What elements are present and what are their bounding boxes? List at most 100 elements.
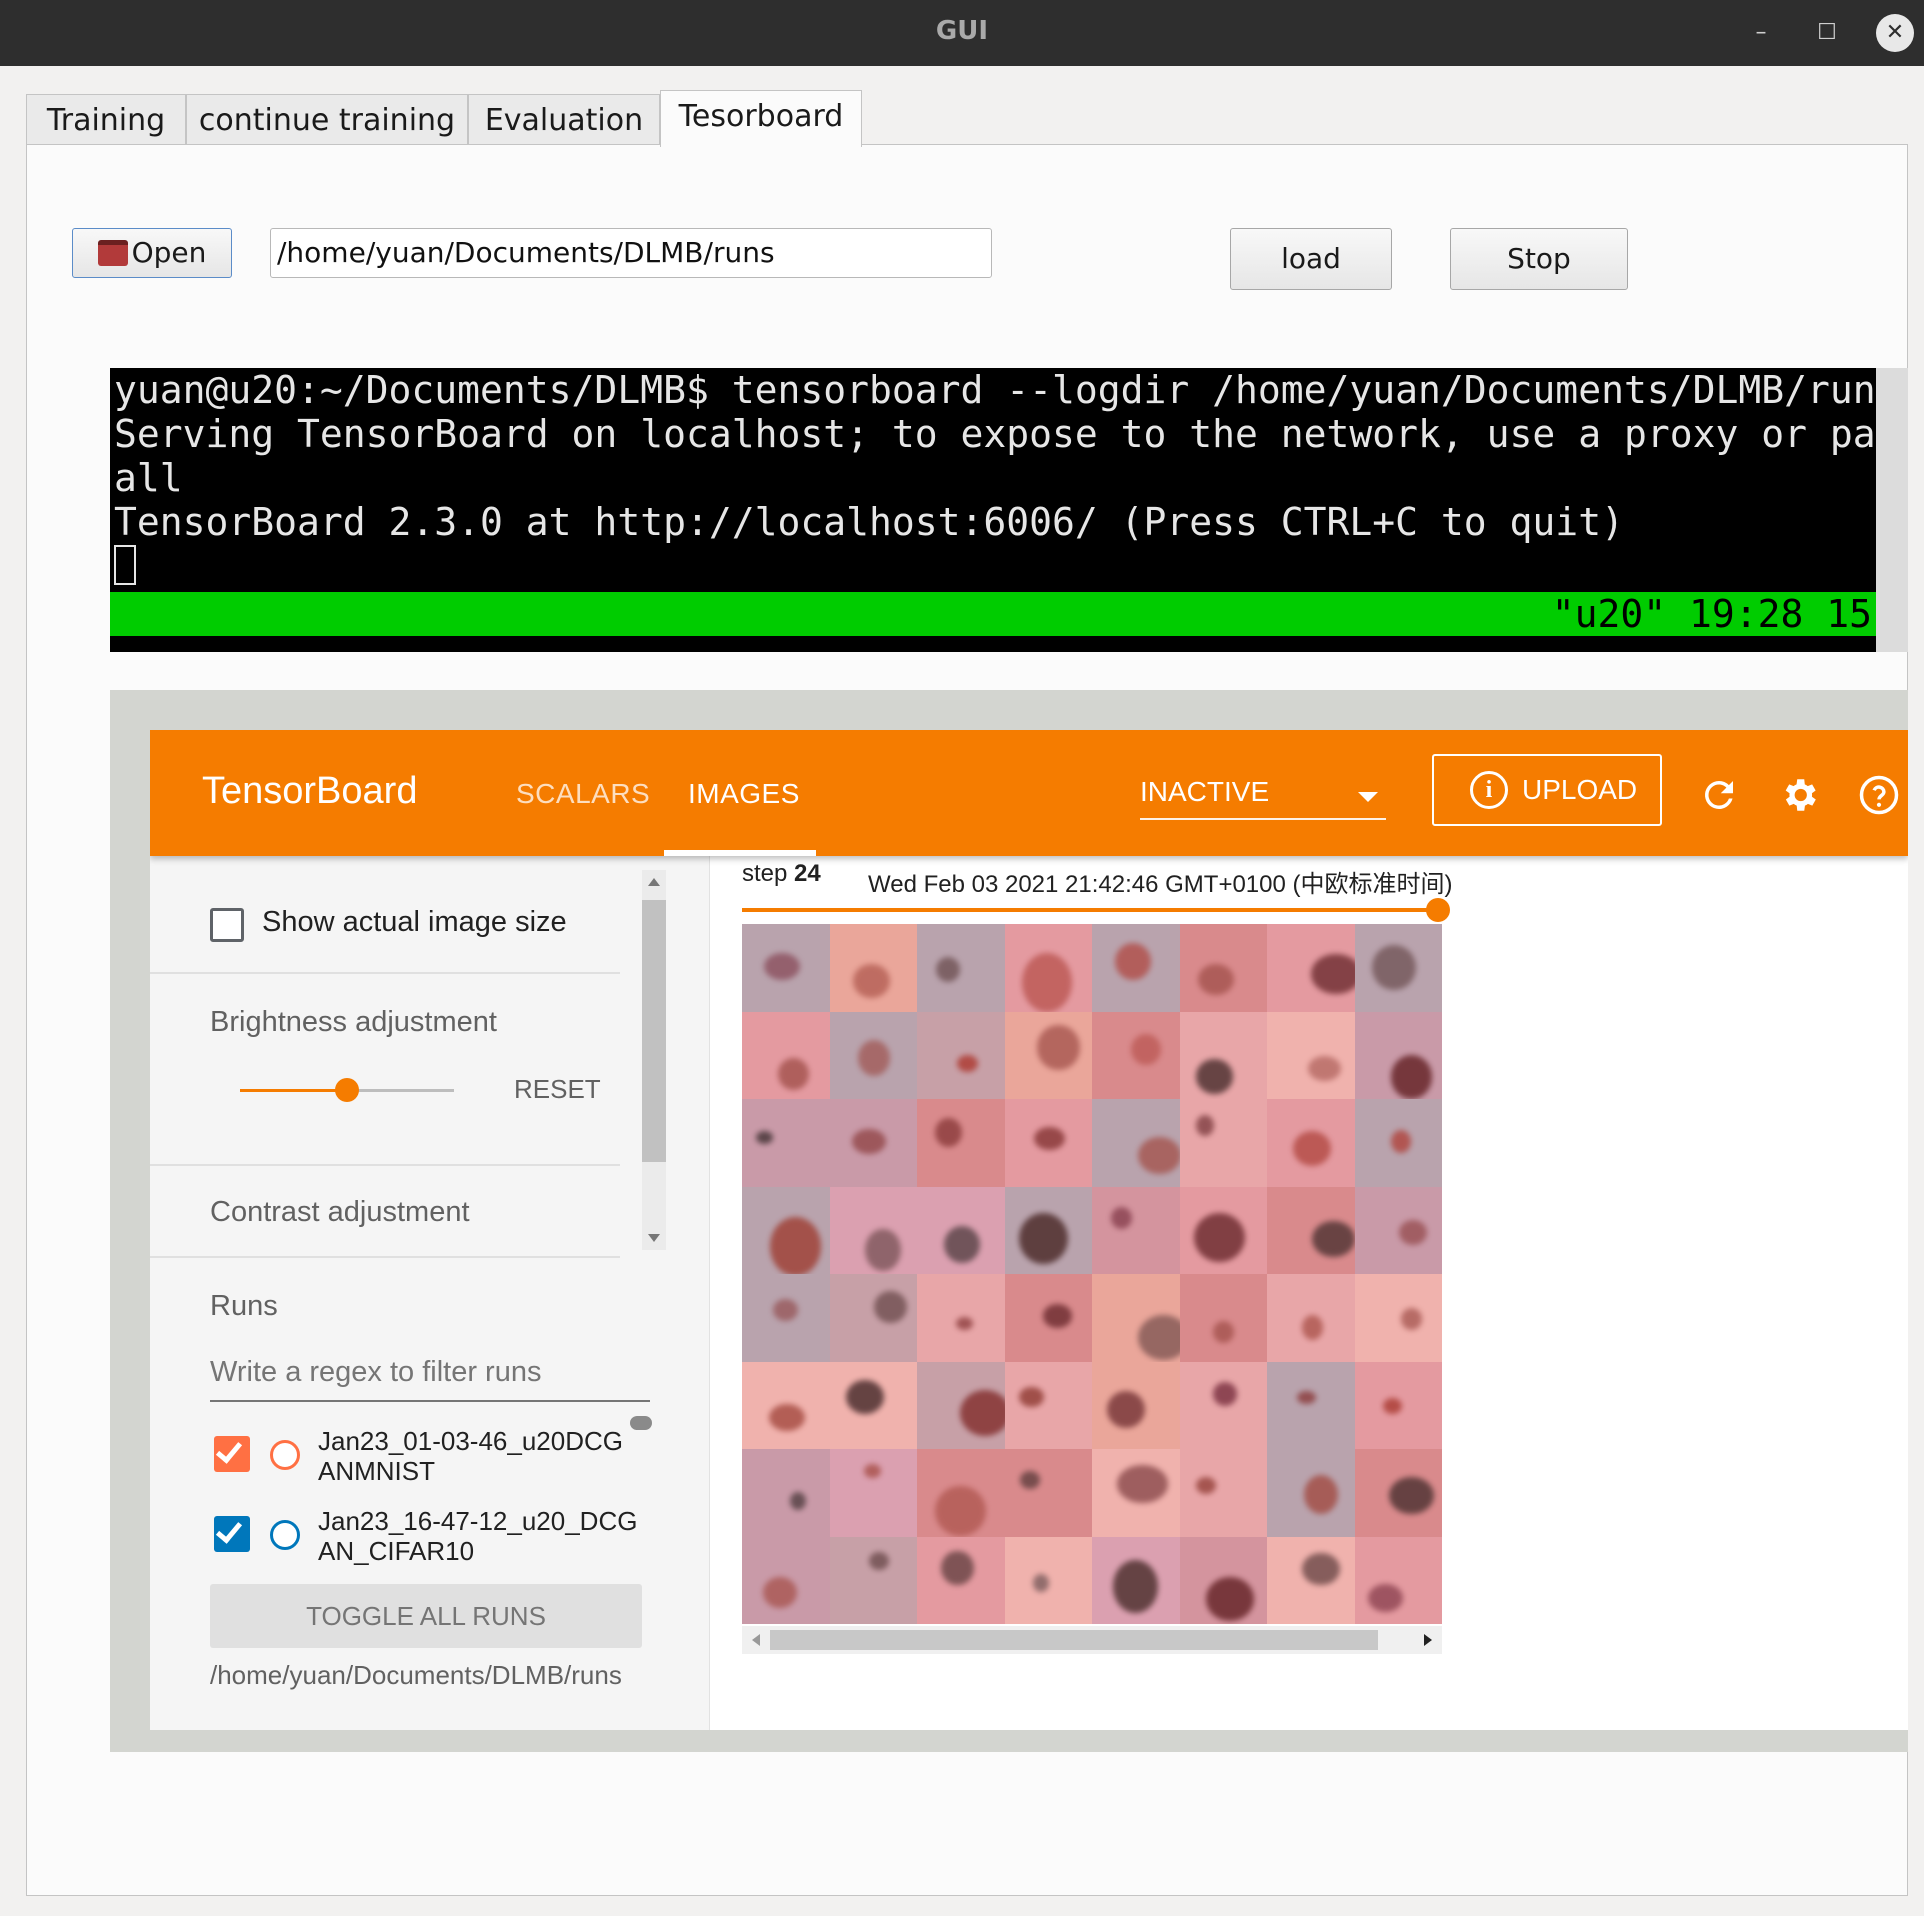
terminal-scrollbar[interactable] [1876,368,1908,652]
generated-image-tile [1267,1536,1355,1624]
lesion-spot [1398,1219,1428,1246]
close-icon[interactable]: ✕ [1876,14,1914,52]
lesion-spot [858,1040,891,1076]
step-value: 24 [794,860,821,887]
scroll-down-icon[interactable] [648,1234,660,1242]
folder-icon [97,240,128,266]
load-button[interactable]: load [1230,228,1392,290]
lesion-spot [777,1058,809,1091]
tensorboard-logo[interactable]: TensorBoard [202,770,417,813]
lesion-spot [1111,1206,1133,1229]
generated-image-tile [917,1449,1005,1537]
brightness-slider[interactable] [240,1078,454,1102]
active-tab-indicator [664,850,816,856]
show-actual-size-checkbox[interactable] [210,908,244,942]
nav-scalars[interactable]: SCALARS [516,778,650,810]
generated-image-tile [1354,1274,1442,1362]
lesion-spot [1114,943,1151,981]
generated-image-tile [917,1099,1005,1187]
lesion-spot [1019,1386,1045,1408]
lesion-spot [768,1403,806,1432]
inactive-dashboard-select[interactable]: INACTIVE [1140,776,1386,820]
tab-tesorboard[interactable]: Tesorboard [660,90,862,147]
terminal-line: yuan@u20:~/Documents/DLMB$ tensorboard -… [114,368,1876,412]
scrollbar-thumb[interactable] [770,1630,1378,1650]
generated-image-tile [1354,1099,1442,1187]
generated-image-tile [742,1449,830,1537]
settings-gear-icon[interactable] [1778,774,1820,816]
generated-image-tile [917,1361,1005,1449]
lesion-spot [772,1298,798,1322]
lesion-spot [789,1491,806,1510]
lesion-spot [1019,1471,1040,1489]
upload-label: UPLOAD [1522,774,1638,805]
lesion-spot [852,1129,887,1154]
lesion-spot [1293,1131,1332,1166]
generated-image-grid [742,924,1442,1624]
generated-image-tile [1179,1099,1267,1187]
run-filter-placeholder: Write a regex to filter runs [210,1356,542,1388]
tab-training[interactable]: Training [26,94,186,146]
scroll-up-icon[interactable] [648,878,660,886]
tab-evaluation[interactable]: Evaluation [468,94,660,146]
generated-image-tile [1354,1011,1442,1099]
generated-image-tile [1004,924,1092,1012]
scrollbar-thumb[interactable] [642,900,666,1162]
lesion-spot [1302,1552,1340,1586]
step-slider[interactable] [742,908,1438,912]
lesion-spot [852,964,890,999]
generated-image-tile [742,1099,830,1187]
minimize-icon[interactable]: – [1742,14,1780,52]
scroll-right-icon[interactable] [1424,1634,1432,1646]
open-button-label: Open [131,236,207,269]
open-button[interactable]: Open [72,228,232,278]
brightness-reset-button[interactable]: RESET [514,1074,601,1105]
stop-button[interactable]: Stop [1450,228,1628,290]
terminal[interactable]: yuan@u20:~/Documents/DLMB$ tensorboard -… [110,368,1876,652]
generated-image-tile [829,1274,917,1362]
generated-image-tile [1179,1361,1267,1449]
run-checkbox[interactable] [214,1516,250,1552]
lesion-spot [874,1290,907,1323]
image-horizontal-scrollbar[interactable] [742,1626,1442,1654]
generated-image-tile [829,1099,917,1187]
lesion-spot [1037,1025,1081,1070]
lesion-spot [1311,1220,1355,1258]
generated-image-tile [1267,1274,1355,1362]
brightness-slider-handle[interactable] [335,1078,359,1102]
step-slider-handle[interactable] [1426,898,1450,922]
lesion-spot [1212,1382,1238,1406]
reload-icon[interactable] [1698,774,1740,816]
lesion-spot [935,956,961,982]
toggle-all-runs-button[interactable]: TOGGLE ALL RUNS [210,1584,642,1648]
sidebar-scrollbar[interactable] [642,870,666,1250]
generated-image-tile [1267,1361,1355,1449]
generated-image-tile [1179,1536,1267,1624]
generated-image-tile [917,1536,1005,1624]
lesion-spot [1382,1398,1402,1415]
upload-button[interactable]: i UPLOAD [1432,754,1662,826]
generated-image-tile [1004,1011,1092,1099]
tmux-session: [tfb_sessi0:python3.8* [206,636,709,652]
run-checkbox[interactable] [214,1436,250,1472]
generated-image-tile [1092,1361,1180,1449]
logdir-path-input[interactable]: /home/yuan/Documents/DLMB/runs [270,228,992,278]
run-color-radio[interactable] [270,1520,300,1550]
lesion-spot [941,1550,974,1585]
tab-continue-training[interactable]: continue training [186,94,468,146]
lesion-spot [1106,1390,1146,1428]
lesion-spot [1193,1213,1245,1263]
run-filter-input[interactable]: Write a regex to filter runs [210,1352,650,1402]
generated-image-tile [829,1536,917,1624]
generated-image-tile [1267,924,1355,1012]
scroll-left-icon[interactable] [752,1634,760,1646]
run-color-radio[interactable] [270,1440,300,1470]
generated-image-tile [1179,1449,1267,1537]
help-icon[interactable] [1858,774,1900,816]
lesion-spot [1390,1055,1433,1099]
nav-images[interactable]: IMAGES [688,778,800,810]
maximize-icon[interactable]: ☐ [1808,14,1846,52]
lesion-spot [1297,1390,1317,1405]
generated-image-tile [1354,1361,1442,1449]
lesion-spot [1311,953,1355,995]
